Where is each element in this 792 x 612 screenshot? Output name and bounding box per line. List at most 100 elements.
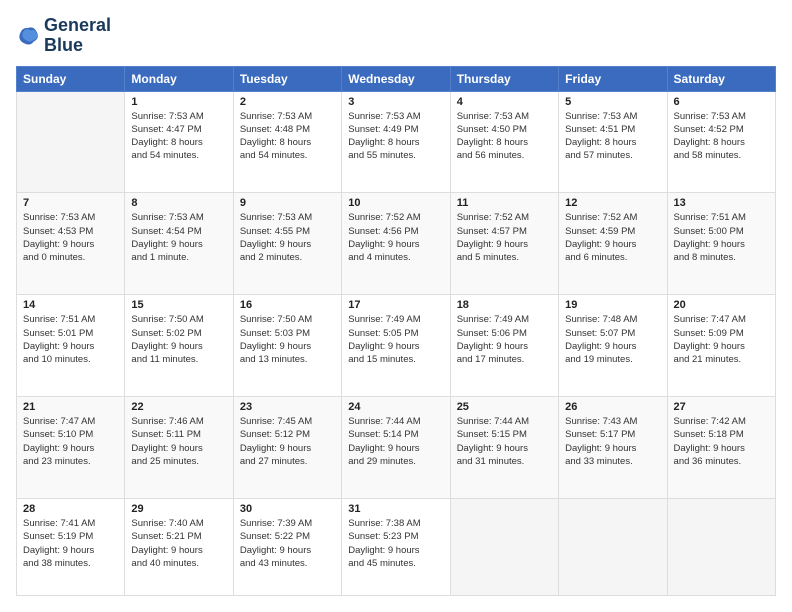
calendar-cell: 18 Sunrise: 7:49 AMSunset: 5:06 PMDayligh… <box>450 295 558 397</box>
calendar-cell: 14 Sunrise: 7:51 AMSunset: 5:01 PMDayligh… <box>17 295 125 397</box>
logo: General Blue <box>16 16 111 56</box>
day-info: Sunrise: 7:45 AMSunset: 5:12 PMDaylight:… <box>240 415 335 468</box>
day-info: Sunrise: 7:52 AMSunset: 4:56 PMDaylight:… <box>348 211 443 264</box>
calendar-cell: 30Sunrise: 7:39 AMSunset: 5:22 PMDayligh… <box>233 498 341 595</box>
calendar-cell: 3 Sunrise: 7:53 AMSunset: 4:49 PMDaylight… <box>342 91 450 193</box>
column-header-thursday: Thursday <box>450 66 558 91</box>
day-info: Sunrise: 7:41 AMSunset: 5:19 PMDaylight:… <box>23 517 118 570</box>
calendar-cell: 10Sunrise: 7:52 AMSunset: 4:56 PMDayligh… <box>342 193 450 295</box>
day-info: Sunrise: 7:49 AMSunset: 5:06 PMDaylight:… <box>457 313 552 366</box>
day-number: 16 <box>240 299 335 311</box>
day-number: 30 <box>240 503 335 515</box>
day-info: Sunrise: 7:51 AMSunset: 5:01 PMDaylight:… <box>23 313 118 366</box>
day-number: 24 <box>348 401 443 413</box>
day-number: 9 <box>240 197 335 209</box>
calendar-cell: 5Sunrise: 7:53 AMSunset: 4:51 PMDaylight… <box>559 91 667 193</box>
calendar-cell: 29 Sunrise: 7:40 AMSunset: 5:21 PMDayligh… <box>125 498 233 595</box>
day-info: Sunrise: 7:53 AMSunset: 4:48 PMDaylight:… <box>240 110 335 163</box>
logo-icon <box>16 24 40 48</box>
calendar-cell: 2Sunrise: 7:53 AMSunset: 4:48 PMDaylight… <box>233 91 341 193</box>
calendar-cell <box>667 498 775 595</box>
day-number: 19 <box>565 299 660 311</box>
day-number: 25 <box>457 401 552 413</box>
day-info: Sunrise: 7:53 AMSunset: 4:51 PMDaylight:… <box>565 110 660 163</box>
week-row-4: 21 Sunrise: 7:47 AMSunset: 5:10 PMDayligh… <box>17 397 776 499</box>
day-info: Sunrise: 7:47 AMSunset: 5:09 PMDaylight:… <box>674 313 769 366</box>
calendar-cell: 4Sunrise: 7:53 AMSunset: 4:50 PMDaylight… <box>450 91 558 193</box>
column-header-friday: Friday <box>559 66 667 91</box>
calendar-cell: 7 Sunrise: 7:53 AMSunset: 4:53 PMDaylight… <box>17 193 125 295</box>
day-number: 13 <box>674 197 769 209</box>
day-info: Sunrise: 7:49 AMSunset: 5:05 PMDaylight:… <box>348 313 443 366</box>
day-number: 6 <box>674 96 769 108</box>
column-header-saturday: Saturday <box>667 66 775 91</box>
day-info: Sunrise: 7:50 AMSunset: 5:03 PMDaylight:… <box>240 313 335 366</box>
header: General Blue <box>16 16 776 56</box>
column-header-wednesday: Wednesday <box>342 66 450 91</box>
calendar-cell: 12Sunrise: 7:52 AMSunset: 4:59 PMDayligh… <box>559 193 667 295</box>
day-number: 29 <box>131 503 226 515</box>
calendar-cell: 25 Sunrise: 7:44 AMSunset: 5:15 PMDayligh… <box>450 397 558 499</box>
calendar-cell: 21 Sunrise: 7:47 AMSunset: 5:10 PMDayligh… <box>17 397 125 499</box>
calendar-cell <box>450 498 558 595</box>
day-number: 23 <box>240 401 335 413</box>
column-header-monday: Monday <box>125 66 233 91</box>
day-info: Sunrise: 7:52 AMSunset: 4:57 PMDaylight:… <box>457 211 552 264</box>
day-number: 22 <box>131 401 226 413</box>
day-number: 15 <box>131 299 226 311</box>
day-number: 20 <box>674 299 769 311</box>
calendar-cell: 11 Sunrise: 7:52 AMSunset: 4:57 PMDayligh… <box>450 193 558 295</box>
day-info: Sunrise: 7:53 AMSunset: 4:52 PMDaylight:… <box>674 110 769 163</box>
day-info: Sunrise: 7:48 AMSunset: 5:07 PMDaylight:… <box>565 313 660 366</box>
day-info: Sunrise: 7:46 AMSunset: 5:11 PMDaylight:… <box>131 415 226 468</box>
column-header-tuesday: Tuesday <box>233 66 341 91</box>
day-number: 3 <box>348 96 443 108</box>
calendar-cell: 15 Sunrise: 7:50 AMSunset: 5:02 PMDayligh… <box>125 295 233 397</box>
calendar-cell: 31Sunrise: 7:38 AMSunset: 5:23 PMDayligh… <box>342 498 450 595</box>
calendar-cell: 27Sunrise: 7:42 AMSunset: 5:18 PMDayligh… <box>667 397 775 499</box>
day-number: 11 <box>457 197 552 209</box>
calendar-cell: 23 Sunrise: 7:45 AMSunset: 5:12 PMDayligh… <box>233 397 341 499</box>
day-number: 14 <box>23 299 118 311</box>
day-info: Sunrise: 7:38 AMSunset: 5:23 PMDaylight:… <box>348 517 443 570</box>
day-number: 17 <box>348 299 443 311</box>
day-info: Sunrise: 7:53 AMSunset: 4:53 PMDaylight:… <box>23 211 118 264</box>
day-number: 7 <box>23 197 118 209</box>
calendar-cell: 1 Sunrise: 7:53 AMSunset: 4:47 PMDaylight… <box>125 91 233 193</box>
day-info: Sunrise: 7:44 AMSunset: 5:15 PMDaylight:… <box>457 415 552 468</box>
calendar-cell: 26 Sunrise: 7:43 AMSunset: 5:17 PMDayligh… <box>559 397 667 499</box>
day-info: Sunrise: 7:52 AMSunset: 4:59 PMDaylight:… <box>565 211 660 264</box>
day-info: Sunrise: 7:47 AMSunset: 5:10 PMDaylight:… <box>23 415 118 468</box>
calendar-cell <box>559 498 667 595</box>
calendar-cell: 8 Sunrise: 7:53 AMSunset: 4:54 PMDaylight… <box>125 193 233 295</box>
calendar-cell <box>17 91 125 193</box>
day-number: 28 <box>23 503 118 515</box>
day-number: 26 <box>565 401 660 413</box>
calendar-cell: 19 Sunrise: 7:48 AMSunset: 5:07 PMDayligh… <box>559 295 667 397</box>
calendar-cell: 22 Sunrise: 7:46 AMSunset: 5:11 PMDayligh… <box>125 397 233 499</box>
day-info: Sunrise: 7:50 AMSunset: 5:02 PMDaylight:… <box>131 313 226 366</box>
day-number: 21 <box>23 401 118 413</box>
day-info: Sunrise: 7:53 AMSunset: 4:55 PMDaylight:… <box>240 211 335 264</box>
day-info: Sunrise: 7:53 AMSunset: 4:47 PMDaylight:… <box>131 110 226 163</box>
calendar-cell: 17 Sunrise: 7:49 AMSunset: 5:05 PMDayligh… <box>342 295 450 397</box>
day-info: Sunrise: 7:43 AMSunset: 5:17 PMDaylight:… <box>565 415 660 468</box>
day-number: 1 <box>131 96 226 108</box>
calendar-cell: 6 Sunrise: 7:53 AMSunset: 4:52 PMDaylight… <box>667 91 775 193</box>
day-info: Sunrise: 7:53 AMSunset: 4:49 PMDaylight:… <box>348 110 443 163</box>
day-info: Sunrise: 7:40 AMSunset: 5:21 PMDaylight:… <box>131 517 226 570</box>
calendar-table: SundayMondayTuesdayWednesdayThursdayFrid… <box>16 66 776 596</box>
day-info: Sunrise: 7:53 AMSunset: 4:54 PMDaylight:… <box>131 211 226 264</box>
calendar-cell: 28 Sunrise: 7:41 AMSunset: 5:19 PMDayligh… <box>17 498 125 595</box>
header-row: SundayMondayTuesdayWednesdayThursdayFrid… <box>17 66 776 91</box>
day-number: 18 <box>457 299 552 311</box>
column-header-sunday: Sunday <box>17 66 125 91</box>
day-number: 8 <box>131 197 226 209</box>
week-row-2: 7 Sunrise: 7:53 AMSunset: 4:53 PMDaylight… <box>17 193 776 295</box>
week-row-3: 14 Sunrise: 7:51 AMSunset: 5:01 PMDayligh… <box>17 295 776 397</box>
calendar-cell: 20 Sunrise: 7:47 AMSunset: 5:09 PMDayligh… <box>667 295 775 397</box>
day-info: Sunrise: 7:51 AMSunset: 5:00 PMDaylight:… <box>674 211 769 264</box>
calendar-cell: 24Sunrise: 7:44 AMSunset: 5:14 PMDayligh… <box>342 397 450 499</box>
week-row-5: 28 Sunrise: 7:41 AMSunset: 5:19 PMDayligh… <box>17 498 776 595</box>
calendar-cell: 9 Sunrise: 7:53 AMSunset: 4:55 PMDaylight… <box>233 193 341 295</box>
